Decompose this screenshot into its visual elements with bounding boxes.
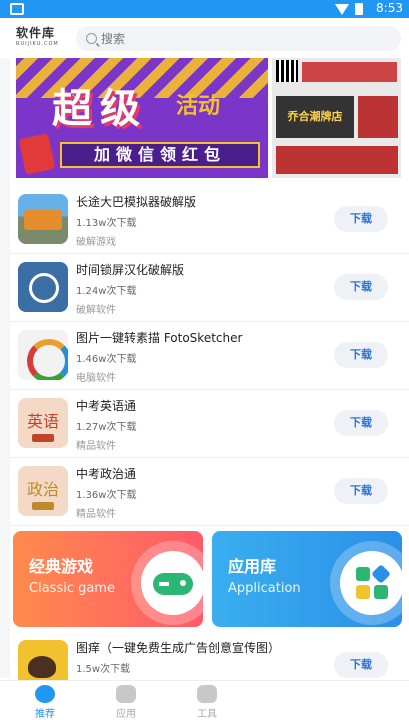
list-item[interactable]: 政治 中考政治通 1.36w次下载 精品软件 下载 — [10, 458, 409, 526]
banner-headline-2: 活动 — [176, 94, 221, 119]
banner-subline: 加微信领红包 — [60, 142, 260, 168]
list-item[interactable]: 英语 中考英语通 1.27w次下载 精品软件 下载 — [10, 390, 409, 458]
sketch-icon[interactable] — [18, 330, 68, 380]
app-name[interactable]: 时间锁屏汉化破解版 — [76, 261, 184, 278]
app-category: 破解软件 — [76, 305, 116, 316]
list-item[interactable]: 长途大巴模拟器破解版 1.13w次下载 破解游戏 下载 — [10, 186, 409, 254]
bus-icon[interactable] — [18, 194, 68, 244]
icon-badge — [32, 434, 54, 442]
download-button[interactable]: 下载 — [334, 342, 388, 368]
notification-icon — [10, 3, 24, 15]
download-button[interactable]: 下载 — [334, 652, 388, 678]
app-category: 电脑软件 — [76, 373, 116, 384]
app-category: 精品软件 — [76, 509, 116, 520]
category-cards: 经典游戏 Classic game 应用库 Application — [13, 531, 405, 627]
card-icon-circle — [131, 541, 203, 625]
download-button[interactable]: 下载 — [334, 478, 388, 504]
download-count: 1.27w次下载 — [76, 422, 137, 433]
grid-tile — [374, 585, 388, 599]
logo[interactable]: 软件库 RUIJIKU.COM — [16, 26, 68, 54]
qr-code-icon — [276, 60, 298, 82]
icon-badge — [32, 502, 54, 510]
app-category: 破解游戏 — [76, 237, 116, 248]
logo-title: 软件库 — [16, 26, 56, 40]
nav-label: 应用 — [116, 709, 136, 720]
search-icon — [86, 33, 97, 44]
side-drawer-edge — [0, 58, 10, 678]
shoe-shelf-image — [276, 146, 398, 174]
card-icon-bg — [340, 551, 402, 615]
banner-headline: 超级 — [52, 86, 148, 132]
clock-lock-icon[interactable] — [18, 262, 68, 312]
shoe-shelf-image — [302, 62, 397, 82]
gamepad-icon — [153, 573, 193, 595]
app-name[interactable]: 中考英语通 — [76, 397, 136, 414]
card-subtitle: Classic game — [29, 581, 115, 596]
nav-item-apps[interactable]: 应用 — [96, 683, 156, 720]
download-count: 1.5w次下载 — [76, 664, 131, 675]
nav-label: 工具 — [197, 709, 217, 720]
download-count: 1.13w次下载 — [76, 218, 137, 229]
grid-tile — [356, 567, 370, 581]
list-item[interactable]: 时间锁屏汉化破解版 1.24w次下载 破解软件 下载 — [10, 254, 409, 322]
download-count: 1.46w次下载 — [76, 354, 137, 365]
download-button[interactable]: 下载 — [334, 206, 388, 232]
banner-main-image: 超级 活动 加微信领红包 — [16, 58, 268, 178]
download-button[interactable]: 下载 — [334, 274, 388, 300]
nav-label: 推荐 — [35, 709, 55, 720]
card-subtitle: Application — [228, 581, 301, 596]
status-time: 8:53 — [376, 1, 403, 15]
app-category: 精品软件 — [76, 441, 116, 452]
app-name[interactable]: 中考政治通 — [76, 465, 136, 482]
grid-tile — [371, 564, 391, 584]
app-name[interactable]: 图片一键转素描 FotoSketcher — [76, 329, 242, 346]
card-icon-circle — [330, 541, 402, 625]
politics-icon-label: 政治 — [26, 480, 59, 499]
nav-item-tools[interactable]: 工具 — [177, 683, 237, 720]
app-name[interactable]: 长途大巴模拟器破解版 — [76, 193, 196, 210]
download-count: 1.24w次下载 — [76, 286, 137, 297]
search-bar[interactable] — [76, 26, 401, 51]
banner-side-image: 乔合潮牌店 — [272, 58, 401, 178]
toolbox-icon — [197, 685, 217, 703]
politics-icon[interactable]: 政治 — [18, 466, 68, 516]
english-icon[interactable]: 英语 — [18, 398, 68, 448]
bottom-nav: 推荐 应用 工具 — [0, 680, 409, 720]
download-button[interactable]: 下载 — [334, 410, 388, 436]
promo-banner[interactable]: 超级 活动 加微信领红包 乔合潮牌店 — [16, 58, 401, 178]
header: 软件库 RUIJIKU.COM — [0, 18, 409, 58]
classic-games-card[interactable]: 经典游戏 Classic game — [13, 531, 203, 627]
status-bar: 8:53 — [0, 0, 409, 18]
logo-subtitle: RUIJIKU.COM — [16, 41, 59, 47]
list-item[interactable]: 图片一键转素描 FotoSketcher 1.46w次下载 电脑软件 下载 — [10, 322, 409, 390]
nav-item-recommend[interactable]: 推荐 — [15, 683, 75, 720]
card-icon-bg — [141, 551, 203, 615]
app-name[interactable]: 图痒（一键免费生成广告创意宣传图） — [76, 639, 280, 656]
english-icon-label: 英语 — [26, 412, 59, 431]
application-card[interactable]: 应用库 Application — [212, 531, 402, 627]
grid-tile — [356, 585, 370, 599]
shoe-shelf-image — [358, 96, 398, 138]
card-title: 经典游戏 — [29, 557, 94, 576]
heart-icon — [35, 685, 55, 703]
search-input[interactable] — [101, 31, 381, 46]
battery-icon — [355, 3, 363, 15]
wifi-icon — [335, 3, 349, 15]
download-count: 1.36w次下载 — [76, 490, 137, 501]
card-title: 应用库 — [228, 557, 277, 576]
app-grid-icon — [356, 564, 391, 599]
shop-sign: 乔合潮牌店 — [276, 96, 354, 138]
status-icons — [335, 3, 363, 15]
gamepad-icon — [116, 685, 136, 703]
red-envelope-icon — [18, 133, 56, 175]
